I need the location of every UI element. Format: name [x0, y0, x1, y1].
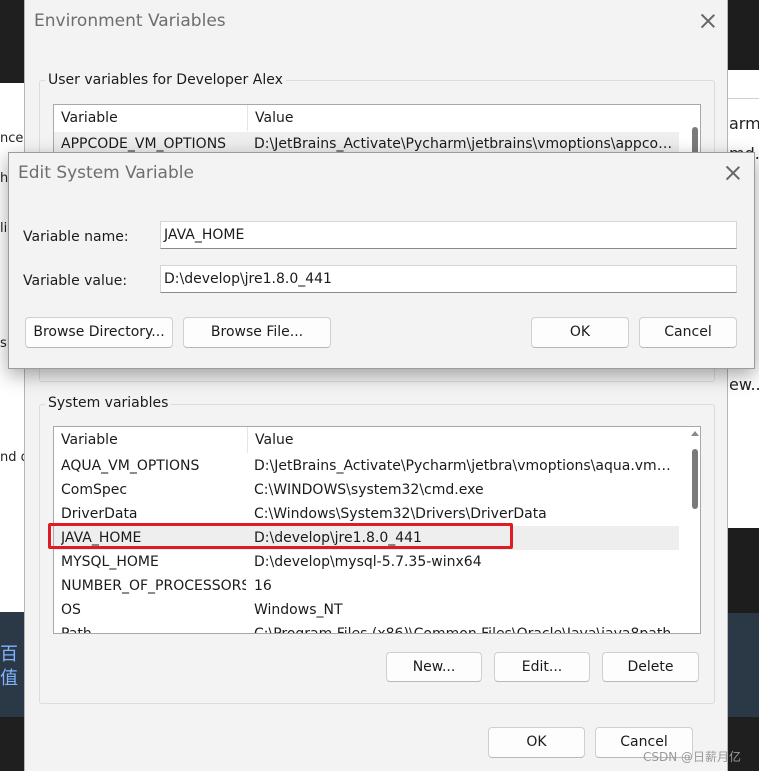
browse-file-button[interactable]: Browse File... [183, 317, 331, 348]
close-icon[interactable] [726, 166, 740, 180]
background-text: 值 [0, 668, 18, 689]
background-window-right-bottom [726, 613, 759, 717]
variable-name-label: Variable name: [23, 229, 129, 245]
variable-name: OS [61, 602, 81, 618]
variable-name: AQUA_VM_OPTIONS [61, 458, 200, 474]
system-variables-label: System variables [45, 395, 172, 411]
column-header-variable[interactable]: Variable [54, 105, 248, 131]
list-header: Variable Value [54, 105, 700, 131]
variable-value-field[interactable]: D:\develop\jre1.8.0_441 [160, 265, 737, 293]
background-text: nced [0, 131, 24, 146]
table-row[interactable]: AQUA_VM_OPTIONS D:\JetBrains_Activate\Py… [54, 454, 679, 478]
delete-button[interactable]: Delete [602, 652, 699, 682]
watermark: CSDN @日薪月亿 [643, 750, 742, 764]
background-text: nd d [0, 450, 24, 465]
variable-name: MYSQL_HOME [61, 554, 159, 570]
highlight-box [48, 523, 513, 549]
scroll-up-arrow-icon[interactable] [691, 431, 699, 436]
column-header-variable[interactable]: Variable [54, 427, 248, 453]
close-icon[interactable] [701, 14, 715, 28]
background-text: arm [729, 114, 759, 133]
scrollbar-thumb[interactable] [692, 449, 698, 509]
ok-button[interactable]: OK [531, 317, 629, 348]
variable-name: ComSpec [61, 482, 128, 498]
background-window-left-bottom: 百 值 [0, 612, 24, 717]
table-row[interactable]: OS Windows_NT [54, 598, 679, 622]
browse-directory-button[interactable]: Browse Directory... [25, 317, 173, 348]
new-button[interactable]: New... [386, 652, 482, 682]
user-variables-label: User variables for Developer Alex [45, 72, 286, 88]
dialog-title: Environment Variables [34, 11, 226, 31]
variable-name-field[interactable]: JAVA_HOME [160, 221, 737, 249]
cancel-button[interactable]: Cancel [639, 317, 737, 348]
background-window-right-dark [726, 528, 759, 613]
variable-value: 16 [254, 578, 272, 594]
edit-button[interactable]: Edit... [494, 652, 590, 682]
background-window-top-right [726, 0, 759, 70]
variable-value: C:\Program Files (x86)\Common Files\Orac… [254, 626, 672, 634]
background-title-strip [727, 70, 759, 99]
variable-value: D:\develop\mysql-5.7.35-winx64 [254, 554, 482, 570]
table-row[interactable]: NUMBER_OF_PROCESSORS 16 [54, 574, 679, 598]
background-text: ew... [729, 375, 759, 394]
list-header: Variable Value [54, 427, 700, 453]
table-row[interactable]: MYSQL_HOME D:\develop\mysql-5.7.35-winx6… [54, 550, 679, 574]
table-row[interactable]: ComSpec C:\WINDOWS\system32\cmd.exe [54, 478, 679, 502]
dialog-title: Edit System Variable [18, 163, 194, 183]
column-header-value[interactable]: Value [248, 105, 700, 131]
variable-name: NUMBER_OF_PROCESSORS [61, 578, 246, 594]
ok-button[interactable]: OK [488, 727, 585, 758]
environment-variables-dialog: Environment Variables User variables for… [24, 0, 728, 771]
variable-value: D:\JetBrains_Activate\Pycharm\jetbra\vmo… [254, 458, 674, 474]
table-row[interactable]: Path C:\Program Files (x86)\Common Files… [54, 622, 679, 634]
variable-value: C:\WINDOWS\system32\cmd.exe [254, 482, 484, 498]
variable-name: Path [61, 626, 92, 634]
edit-system-variable-dialog: Edit System Variable Variable name: JAVA… [8, 152, 755, 369]
column-header-value[interactable]: Value [248, 427, 700, 453]
variable-value: Windows_NT [254, 602, 343, 618]
variable-value-label: Variable value: [23, 273, 128, 289]
background-text: 百 [0, 644, 18, 665]
